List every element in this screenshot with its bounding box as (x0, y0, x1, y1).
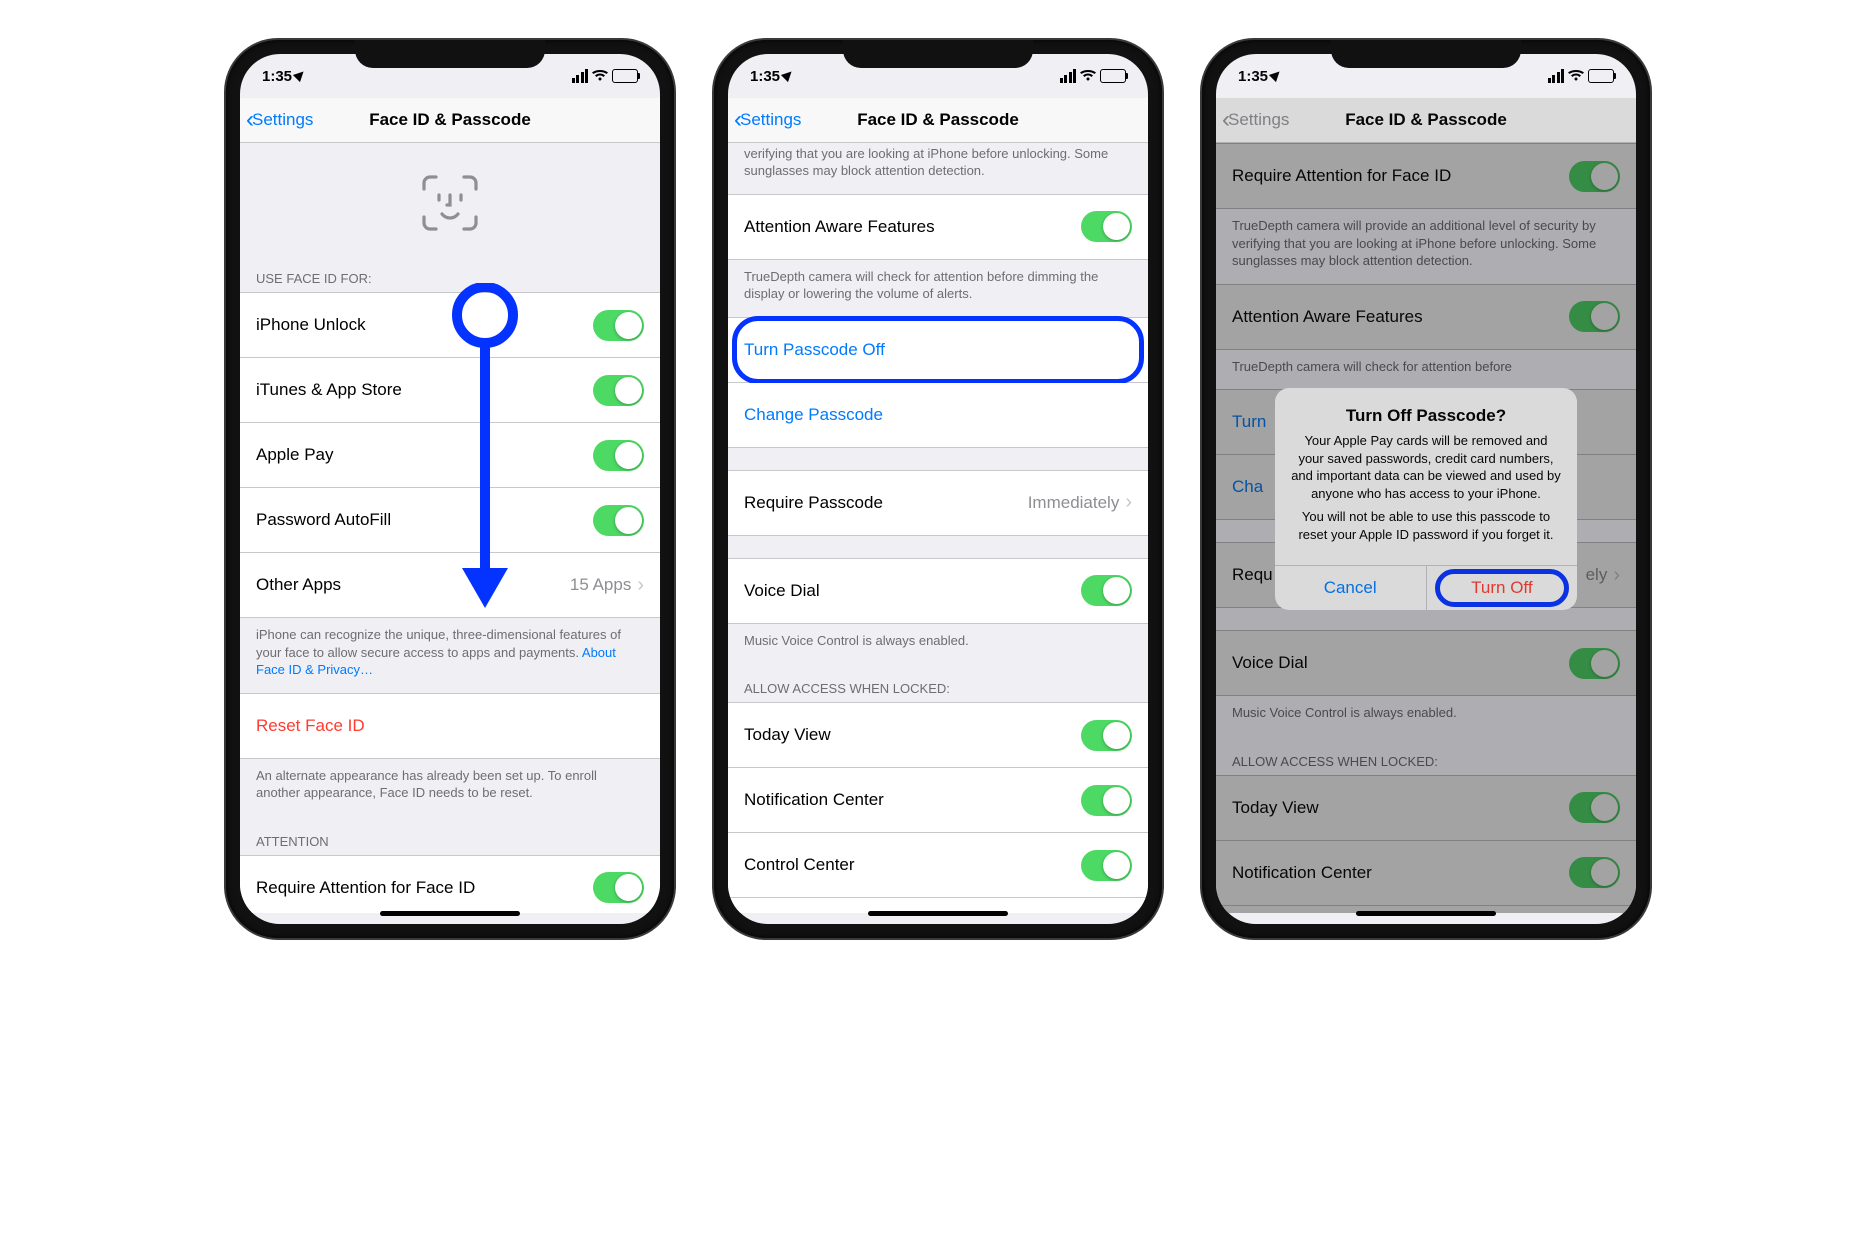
nav-title: Face ID & Passcode (857, 110, 1019, 130)
section-header-allow-access: ALLOW ACCESS WHEN LOCKED: (728, 663, 1148, 702)
battery-icon (612, 69, 638, 83)
row-label: Turn Passcode Off (744, 340, 1132, 360)
row-change-passcode[interactable]: Change Passcode (728, 383, 1148, 448)
footer-truedepth-top: TrueDepth camera will provide an additio… (728, 143, 1148, 194)
cellular-signal-icon (1548, 69, 1565, 83)
nav-bar: ‹ Settings Face ID & Passcode (240, 98, 660, 143)
cellular-signal-icon (572, 69, 589, 83)
toggle-switch[interactable] (1081, 785, 1132, 816)
wifi-icon (1080, 70, 1096, 82)
row-control-center[interactable]: Control Center (728, 833, 1148, 898)
toggle-switch[interactable] (1081, 211, 1132, 242)
phone-mockup-1: 1:35 ‹ Settings Face ID & Passcode (226, 40, 674, 938)
row-require-passcode[interactable]: Require PasscodeImmediately› (728, 470, 1148, 536)
footer-attention-aware: TrueDepth camera will check for attentio… (728, 260, 1148, 317)
alert-turn-off-button[interactable]: Turn Off (1427, 566, 1578, 610)
nav-title: Face ID & Passcode (369, 110, 531, 130)
alert-cancel-button[interactable]: Cancel (1275, 566, 1427, 610)
chevron-right-icon: › (1125, 491, 1132, 514)
row-notification-center[interactable]: Notification Center (728, 768, 1148, 833)
battery-icon (1100, 69, 1126, 83)
phone-mockup-3: 1:35 ‹ Settings Face ID & Passcode Requi… (1202, 40, 1650, 938)
wifi-icon (592, 70, 608, 82)
alert-message-1: Your Apple Pay cards will be removed and… (1291, 432, 1561, 502)
row-label: Notification Center (744, 790, 1081, 810)
toggle-switch[interactable] (593, 310, 644, 341)
alert-overlay: Turn Off Passcode? Your Apple Pay cards … (1216, 143, 1636, 913)
row-label: Today View (744, 725, 1081, 745)
phone-notch (843, 40, 1033, 68)
row-detail: Immediately (1028, 493, 1120, 513)
nav-title: Face ID & Passcode (1345, 110, 1507, 130)
row-iphone-unlock[interactable]: iPhone Unlock (240, 292, 660, 358)
row-label: Password AutoFill (256, 510, 593, 530)
section-header-attention: ATTENTION (240, 816, 660, 855)
row-attention-aware[interactable]: Attention Aware Features (728, 194, 1148, 260)
location-indicator-icon (1269, 67, 1283, 81)
location-indicator-icon (293, 67, 307, 81)
row-label: Control Center (744, 855, 1081, 875)
row-require-attention[interactable]: Require Attention for Face ID (240, 855, 660, 913)
toggle-switch[interactable] (593, 375, 644, 406)
footer-faceid-privacy: iPhone can recognize the unique, three-d… (240, 618, 660, 693)
row-apple-pay[interactable]: Apple Pay (240, 423, 660, 488)
location-indicator-icon (781, 67, 795, 81)
row-reset-faceid[interactable]: Reset Face ID (240, 693, 660, 759)
faceid-hero-icon (240, 143, 660, 253)
row-password-autofill[interactable]: Password AutoFill (240, 488, 660, 553)
home-indicator[interactable] (380, 911, 520, 916)
alert-message-2: You will not be able to use this passcod… (1291, 508, 1561, 543)
back-button[interactable]: ‹ Settings (734, 108, 801, 132)
status-time: 1:35 (1238, 68, 1268, 85)
row-turn-passcode-off[interactable]: Turn Passcode Off (728, 317, 1148, 383)
chevron-right-icon: › (637, 574, 644, 597)
row-itunes-appstore[interactable]: iTunes & App Store (240, 358, 660, 423)
phone-mockup-2: 1:35 ‹ Settings Face ID & Passcode TrueD… (714, 40, 1162, 938)
row-label: Change Passcode (744, 405, 1132, 425)
row-other-apps[interactable]: Other Apps15 Apps › (240, 553, 660, 618)
toggle-switch[interactable] (593, 872, 644, 903)
row-today-view[interactable]: Today View (728, 702, 1148, 768)
back-button: ‹ Settings (1222, 108, 1289, 132)
footer-voice-control: Music Voice Control is always enabled. (728, 624, 1148, 664)
toggle-switch[interactable] (593, 440, 644, 471)
toggle-switch[interactable] (1081, 850, 1132, 881)
row-label: Other Apps (256, 575, 570, 595)
nav-bar: ‹ Settings Face ID & Passcode (1216, 98, 1636, 143)
alert-turn-off-passcode: Turn Off Passcode? Your Apple Pay cards … (1275, 388, 1577, 610)
battery-icon (1588, 69, 1614, 83)
phone-notch (1331, 40, 1521, 68)
status-time: 1:35 (750, 68, 780, 85)
row-label: Voice Dial (744, 581, 1081, 601)
toggle-switch[interactable] (1081, 575, 1132, 606)
row-label: Apple Pay (256, 445, 593, 465)
back-label: Settings (252, 110, 313, 130)
row-voice-dial[interactable]: Voice Dial (728, 558, 1148, 624)
cellular-signal-icon (1060, 69, 1077, 83)
back-button[interactable]: ‹ Settings (246, 108, 313, 132)
footer-alternate-appearance: An alternate appearance has already been… (240, 759, 660, 816)
status-time: 1:35 (262, 68, 292, 85)
row-label: Require Passcode (744, 493, 1028, 513)
home-indicator[interactable] (868, 911, 1008, 916)
row-label: Attention Aware Features (744, 217, 1081, 237)
phone-notch (355, 40, 545, 68)
toggle-switch[interactable] (593, 505, 644, 536)
back-label: Settings (1228, 110, 1289, 130)
alert-title: Turn Off Passcode? (1291, 406, 1561, 426)
toggle-switch[interactable] (1081, 720, 1132, 751)
row-detail: 15 Apps (570, 575, 631, 595)
row-label: Require Attention for Face ID (256, 878, 593, 898)
row-label: iTunes & App Store (256, 380, 593, 400)
nav-bar: ‹ Settings Face ID & Passcode (728, 98, 1148, 143)
row-label: iPhone Unlock (256, 315, 593, 335)
wifi-icon (1568, 70, 1584, 82)
section-header-use-faceid: USE FACE ID FOR: (240, 253, 660, 292)
row-label: Reset Face ID (256, 716, 644, 736)
back-label: Settings (740, 110, 801, 130)
